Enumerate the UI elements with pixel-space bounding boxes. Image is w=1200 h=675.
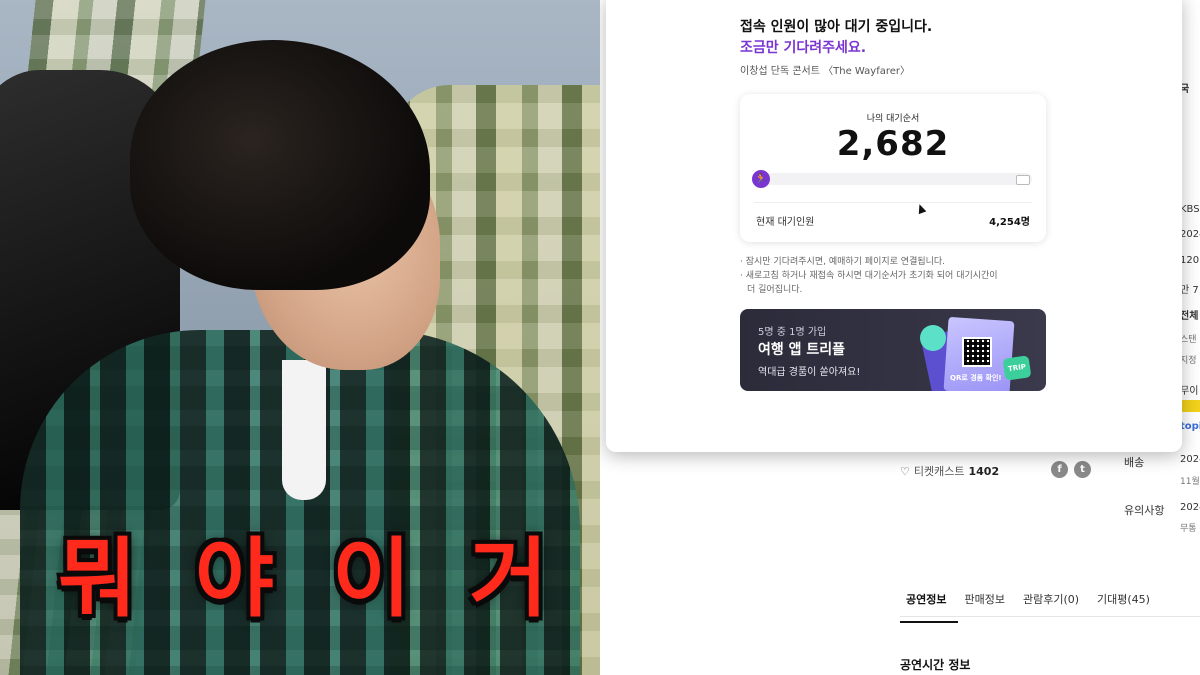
side-snippet: topi (1180, 421, 1200, 432)
tab-reviews[interactable]: 관람후기(0) (1017, 585, 1091, 623)
like-counter[interactable]: ♡ 티켓캐스트 1402 (900, 463, 999, 479)
info-value: 무통 (1180, 524, 1197, 534)
side-snippet: 지정 (1180, 356, 1197, 366)
banner-line2: 여행 앱 트리플 (758, 342, 846, 358)
person-hair (130, 40, 430, 290)
current-waiting-label: 현재 대기인원 (756, 217, 815, 228)
like-label: 티켓캐스트 (913, 465, 965, 478)
sponsor-logo (1180, 400, 1200, 412)
side-snippet: 2024 (1180, 229, 1200, 240)
card-divider (754, 202, 1032, 203)
queue-card: 나의 대기순서 2,682 🏃 현재 대기인원 4,254명 (740, 94, 1046, 242)
ticket-icon (1016, 175, 1030, 185)
twitter-icon[interactable]: t (1074, 461, 1091, 478)
mascot-icon (920, 325, 946, 351)
notice-line: · 새로고침 하거나 재접속 하시면 대기순서가 초기화 되어 대기시간이 (740, 271, 998, 281)
notice-line: 더 길어집니다. (747, 285, 803, 295)
info-label-notice: 유의사항 (1124, 504, 1165, 517)
waiting-queue-modal: 접속 인원이 많아 대기 중입니다. 조금만 기다려주세요. 이창섭 단독 콘서… (606, 0, 1182, 452)
info-label-delivery: 배송 (1124, 456, 1145, 469)
like-count: 1402 (968, 464, 1000, 478)
queue-number: 2,682 (836, 124, 950, 164)
info-value: 11월 (1180, 477, 1200, 487)
tab-expectations[interactable]: 기대평(45) (1091, 585, 1162, 623)
qr-code-icon (962, 337, 992, 367)
section-title: 공연시간 정보 (900, 658, 971, 672)
side-snippet: 만 7 (1180, 285, 1199, 296)
side-snippet: 120 (1180, 255, 1200, 266)
current-waiting-value: 4,254명 (989, 217, 1030, 228)
modal-title: 접속 인원이 많아 대기 중입니다. (740, 19, 933, 35)
notice-line: · 잠시만 기다려주시면, 예매하기 페이지로 연결됩니다. (740, 257, 946, 267)
modal-subtitle: 조금만 기다려주세요. (740, 40, 867, 56)
queue-progress-bar: 🏃 (752, 170, 1032, 188)
tab-performance-info[interactable]: 공연정보 (900, 585, 959, 623)
queue-label: 나의 대기순서 (866, 114, 920, 124)
side-snippet: 무이 (1180, 386, 1199, 397)
video-frame: 뭐 야 이 거 (0, 0, 600, 675)
ticket-page: 국 KBS 2024 120 만 7 전체 스탠 지정 무이 topi 배송 2… (600, 0, 1200, 675)
facebook-icon[interactable]: f (1051, 461, 1068, 478)
person-tshirt (282, 360, 326, 500)
tab-divider (900, 616, 1200, 617)
side-snippet: KBS (1180, 204, 1200, 215)
tab-sales-info[interactable]: 판매정보 (958, 585, 1016, 623)
qr-caption: QR로 경품 확인! (950, 374, 1002, 382)
event-name: 이창섭 단독 콘서트 〈The Wayfarer〉 (740, 66, 911, 77)
banner-line3: 역대급 경품이 쏟아져요! (758, 367, 861, 378)
side-snippet: 전체 (1180, 311, 1199, 322)
heart-icon[interactable]: ♡ (900, 465, 910, 478)
info-value: 2024 (1180, 502, 1200, 513)
detail-tabs: 공연정보 판매정보 관람후기(0) 기대평(45) (900, 585, 1162, 623)
runner-icon: 🏃 (752, 170, 770, 188)
side-snippet: 스탠 (1180, 335, 1197, 345)
video-caption: 뭐 야 이 거 (57, 529, 563, 629)
mouse-cursor (915, 202, 927, 215)
banner-line1: 5명 중 1명 가입 (758, 327, 827, 338)
ad-banner[interactable]: 5명 중 1명 가입 여행 앱 트리플 역대급 경품이 쏟아져요! QR로 경품… (740, 309, 1046, 391)
info-value: 2024 (1180, 454, 1200, 465)
trip-badge: TRIP (1002, 355, 1032, 381)
